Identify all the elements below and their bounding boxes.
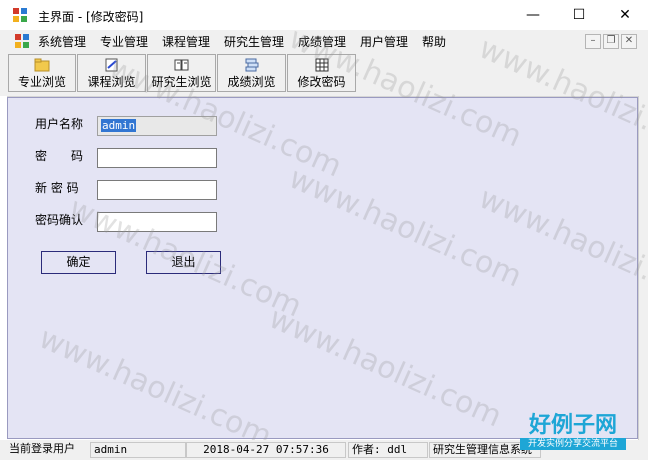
confirm-password-label: 密码确认 (35, 213, 84, 227)
password-label: 密 码 (35, 149, 84, 163)
change-password-label: 修改密码 (297, 75, 346, 89)
mdi-background (0, 96, 7, 440)
current-user-label: 当前登录用户 (9, 442, 75, 455)
exit-button[interactable]: 退出 (146, 251, 221, 274)
menu-user[interactable]: 用户管理 (360, 33, 408, 50)
datetime-value: 2018-04-27 07:57:36 (186, 442, 346, 458)
menu-graduate[interactable]: 研究生管理 (224, 33, 284, 50)
close-button[interactable]: ✕ (602, 0, 648, 30)
toolbar: 专业浏览 课程浏览 研究生浏览 成绩浏览 修改密码 (0, 52, 648, 97)
book-icon (174, 58, 190, 72)
maximize-button[interactable]: ☐ (556, 0, 602, 30)
mdi-restore-button[interactable]: ❐ (603, 34, 619, 49)
window-title: 主界面 - [修改密码] (38, 10, 144, 24)
new-password-field[interactable] (97, 180, 217, 200)
mdi-child-icon (15, 34, 29, 48)
menu-system[interactable]: 系统管理 (38, 33, 86, 50)
mdi-minimize-button[interactable]: – (585, 34, 601, 49)
app-icon (13, 8, 27, 22)
menu-bar: 系统管理 专业管理 课程管理 研究生管理 成绩管理 用户管理 帮助 – ❐ ✕ (0, 30, 648, 52)
graduate-browse-button[interactable]: 研究生浏览 (147, 54, 216, 92)
confirm-password-field[interactable] (97, 212, 217, 232)
stack-icon (244, 58, 260, 72)
scrollbar-track[interactable] (638, 96, 648, 440)
menu-help[interactable]: 帮助 (422, 33, 446, 50)
username-label: 用户名称 (35, 117, 84, 131)
grid-icon (314, 58, 330, 72)
major-browse-label: 专业浏览 (17, 75, 66, 89)
author-value: 作者: ddl (348, 442, 428, 458)
score-browse-label: 成绩浏览 (227, 75, 276, 89)
logo-sub-text: 开发实例分享交流平台 (520, 438, 626, 450)
folder-icon (34, 58, 50, 72)
site-logo: 好例子网 开发实例分享交流平台 (520, 414, 626, 454)
change-password-button[interactable]: 修改密码 (287, 54, 356, 92)
major-browse-button[interactable]: 专业浏览 (8, 54, 76, 92)
logo-main-text: 好例子网 (528, 413, 617, 438)
mdi-close-button[interactable]: ✕ (621, 34, 637, 49)
change-password-form: 用户名称 admin 密 码 新 密 码 密码确认 确定 退出 (7, 97, 638, 439)
username-field[interactable]: admin (97, 116, 217, 136)
edit-icon (104, 58, 120, 72)
menu-major[interactable]: 专业管理 (100, 33, 148, 50)
ok-button[interactable]: 确定 (41, 251, 116, 274)
title-bar: 主界面 - [修改密码] — ☐ ✕ (0, 0, 648, 30)
course-browse-label: 课程浏览 (87, 75, 136, 89)
course-browse-button[interactable]: 课程浏览 (77, 54, 146, 92)
menu-course[interactable]: 课程管理 (162, 33, 210, 50)
password-field[interactable] (97, 148, 217, 168)
new-password-label: 新 密 码 (35, 181, 79, 195)
graduate-browse-label: 研究生浏览 (151, 75, 212, 89)
menu-score[interactable]: 成绩管理 (298, 33, 346, 50)
current-user-value: admin (90, 442, 186, 458)
score-browse-button[interactable]: 成绩浏览 (217, 54, 286, 92)
username-value: admin (101, 119, 137, 132)
minimize-button[interactable]: — (510, 0, 556, 30)
